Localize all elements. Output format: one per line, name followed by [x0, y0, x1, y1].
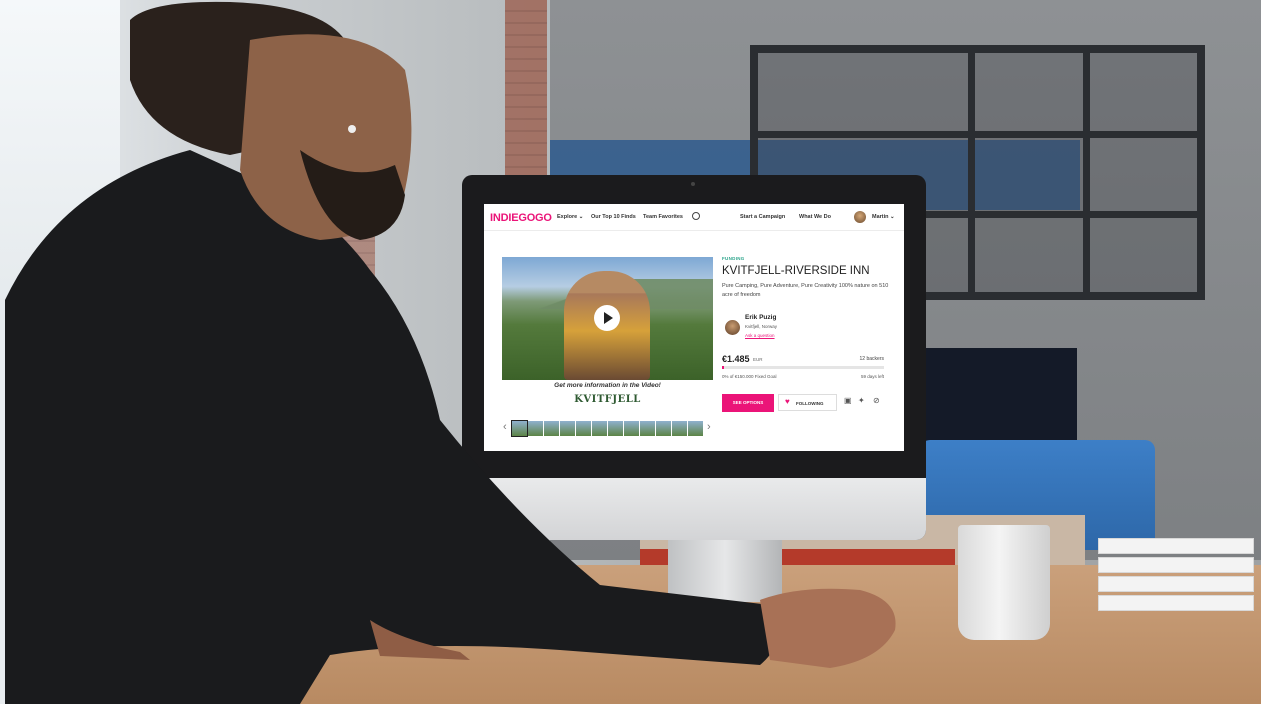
photo-scene: INDIEGOGO Explore ⌄ Our Top 10 Finds Tea… [0, 0, 1261, 704]
man-at-desk [5, 1, 896, 704]
